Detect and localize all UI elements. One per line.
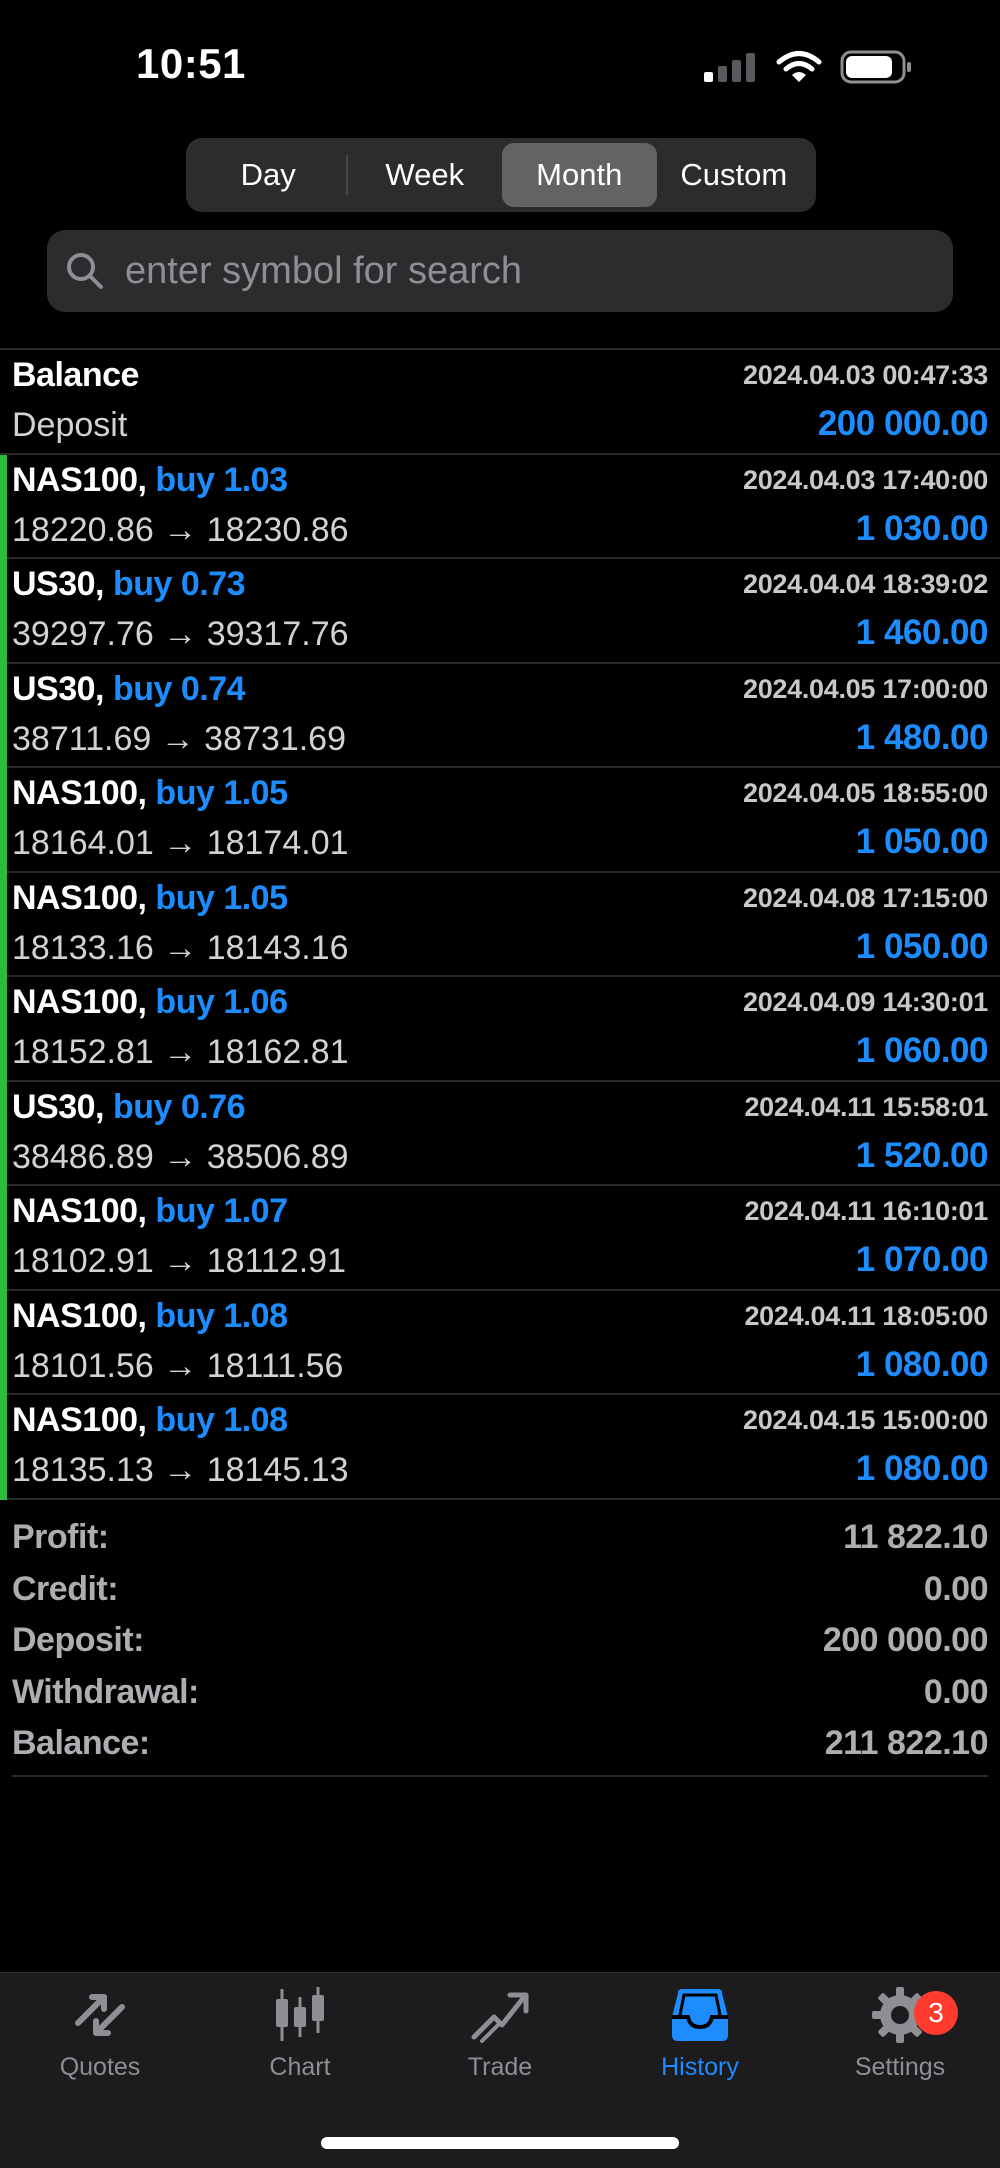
history-list: Balance 2024.04.03 00:47:33 Deposit 200 … bbox=[0, 348, 1000, 1500]
deal-prices: 18164.01 → 18174.01 bbox=[12, 824, 349, 862]
deal-time: 2024.04.15 15:00:00 bbox=[742, 1405, 988, 1435]
balance-title: Balance bbox=[12, 356, 139, 394]
deal-row[interactable]: NAS100, buy 1.06 2024.04.09 14:30:01 181… bbox=[0, 977, 1000, 1082]
deal-prices: 38486.89 → 38506.89 bbox=[12, 1137, 349, 1176]
period-segmented-control: Day Week Month Custom bbox=[186, 138, 816, 212]
tab-week[interactable]: Week bbox=[348, 143, 503, 207]
history-icon bbox=[672, 1989, 728, 2041]
summary-profit: Profit: 11 822.10 bbox=[12, 1518, 988, 1557]
deal-time: 2024.04.05 18:55:00 bbox=[742, 778, 988, 808]
tab-settings[interactable]: Settings 3 bbox=[800, 1983, 1000, 2082]
battery-icon bbox=[840, 50, 911, 84]
status-bar: 10:51 bbox=[0, 0, 1000, 130]
tab-chart[interactable]: Chart bbox=[200, 1983, 400, 2082]
deal-prices: 39297.76 → 39317.76 bbox=[12, 615, 349, 653]
cellular-signal-icon bbox=[704, 53, 755, 82]
deal-prices: 38711.69 → 38731.69 bbox=[12, 719, 346, 758]
deal-prices: 18220.86 → 18230.86 bbox=[12, 510, 349, 549]
deal-row[interactable]: NAS100, buy 1.08 2024.04.11 18:05:00 181… bbox=[0, 1290, 1000, 1395]
deal-row[interactable]: NAS100, buy 1.07 2024.04.11 16:10:01 181… bbox=[0, 1186, 1000, 1291]
tab-history[interactable]: History bbox=[600, 1983, 800, 2082]
deal-symbol: NAS100, buy 1.05 bbox=[12, 878, 288, 917]
deal-profit: 1 080.00 bbox=[855, 1449, 989, 1488]
balance-type: Deposit bbox=[12, 406, 128, 444]
deal-symbol: US30, buy 0.73 bbox=[12, 565, 246, 603]
deal-profit: 1 050.00 bbox=[855, 822, 989, 861]
deal-prices: 18152.81 → 18162.81 bbox=[12, 1033, 349, 1071]
history-summary: Profit: 11 822.10 Credit: 0.00 Deposit: 200… bbox=[12, 1512, 989, 1770]
deal-profit: 1 060.00 bbox=[855, 1031, 989, 1070]
search-bar[interactable] bbox=[47, 230, 953, 312]
quotes-icon bbox=[75, 1994, 125, 2036]
deal-time: 2024.04.11 16:10:01 bbox=[744, 1196, 988, 1226]
deal-symbol: NAS100, buy 1.08 bbox=[12, 1296, 288, 1335]
deal-time: 2024.04.03 17:40:00 bbox=[742, 464, 988, 495]
status-icons bbox=[702, 50, 914, 84]
summary-divider bbox=[12, 1775, 988, 1777]
deal-row[interactable]: NAS100, buy 1.08 2024.04.15 15:00:00 181… bbox=[0, 1395, 1000, 1500]
balance-row[interactable]: Balance 2024.04.03 00:47:33 Deposit 200 … bbox=[0, 350, 1000, 455]
deal-symbol: US30, buy 0.76 bbox=[12, 1087, 246, 1126]
summary-credit: Credit: 0.00 bbox=[12, 1569, 989, 1608]
deal-symbol: NAS100, buy 1.08 bbox=[12, 1401, 288, 1439]
tab-quotes[interactable]: Quotes bbox=[0, 1983, 200, 2082]
deal-prices: 18135.13 → 18145.13 bbox=[12, 1451, 349, 1489]
deal-time: 2024.04.04 18:39:02 bbox=[742, 569, 988, 599]
balance-time: 2024.04.03 00:47:33 bbox=[742, 360, 988, 390]
deal-prices: 18102.91 → 18112.91 bbox=[12, 1242, 346, 1280]
summary-deposit: Deposit: 200 000.00 bbox=[12, 1621, 989, 1660]
deal-profit: 1 070.00 bbox=[855, 1240, 989, 1279]
deal-row[interactable]: US30, buy 0.73 2024.04.04 18:39:02 39297… bbox=[0, 559, 1000, 664]
deal-profit: 1 480.00 bbox=[855, 717, 989, 757]
clock: 10:51 bbox=[136, 40, 246, 87]
deal-profit: 1 080.00 bbox=[855, 1344, 989, 1384]
summary-withdrawal: Withdrawal: 0.00 bbox=[12, 1672, 989, 1711]
deal-symbol: NAS100, buy 1.07 bbox=[12, 1192, 288, 1230]
balance-amount: 200 000.00 bbox=[817, 404, 989, 443]
deal-time: 2024.04.08 17:15:00 bbox=[742, 882, 988, 913]
deal-row[interactable]: NAS100, buy 1.03 2024.04.03 17:40:00 182… bbox=[0, 454, 1000, 559]
settings-badge: 3 bbox=[914, 1991, 958, 2035]
deal-row[interactable]: NAS100, buy 1.05 2024.04.08 17:15:00 181… bbox=[0, 872, 1000, 977]
deal-profit: 1 030.00 bbox=[855, 508, 989, 548]
deal-symbol: US30, buy 0.74 bbox=[12, 669, 246, 708]
trade-icon bbox=[471, 1992, 529, 2043]
tab-custom[interactable]: Custom bbox=[657, 143, 812, 207]
deal-row[interactable]: US30, buy 0.76 2024.04.11 15:58:01 38486… bbox=[0, 1081, 1000, 1186]
deal-time: 2024.04.05 17:00:00 bbox=[742, 673, 988, 704]
tab-month[interactable]: Month bbox=[502, 143, 657, 207]
deal-profit: 1 050.00 bbox=[855, 926, 989, 966]
deal-prices: 18133.16 → 18143.16 bbox=[12, 928, 349, 967]
tab-day[interactable]: Day bbox=[191, 143, 346, 207]
deal-time: 2024.04.09 14:30:01 bbox=[742, 987, 988, 1017]
deal-symbol: NAS100, buy 1.03 bbox=[12, 460, 288, 499]
deal-prices: 18101.56 → 18111.56 bbox=[12, 1346, 344, 1385]
chart-icon bbox=[276, 1987, 324, 2041]
search-icon bbox=[67, 253, 103, 289]
deal-time: 2024.04.11 15:58:01 bbox=[744, 1091, 988, 1122]
summary-balance: Balance: 211 822.10 bbox=[12, 1724, 989, 1763]
deal-symbol: NAS100, buy 1.06 bbox=[12, 983, 288, 1021]
home-indicator[interactable] bbox=[321, 2137, 679, 2149]
tab-trade[interactable]: Trade bbox=[400, 1983, 600, 2082]
deal-row[interactable]: NAS100, buy 1.05 2024.04.05 18:55:00 181… bbox=[0, 768, 1000, 873]
deal-profit: 1 520.00 bbox=[855, 1135, 989, 1175]
deal-symbol: NAS100, buy 1.05 bbox=[12, 774, 288, 812]
deal-time: 2024.04.11 18:05:00 bbox=[744, 1300, 988, 1331]
search-input[interactable] bbox=[123, 248, 907, 294]
wifi-icon bbox=[776, 51, 822, 82]
deal-profit: 1 460.00 bbox=[855, 613, 989, 652]
deal-row[interactable]: US30, buy 0.74 2024.04.05 17:00:00 38711… bbox=[0, 663, 1000, 768]
